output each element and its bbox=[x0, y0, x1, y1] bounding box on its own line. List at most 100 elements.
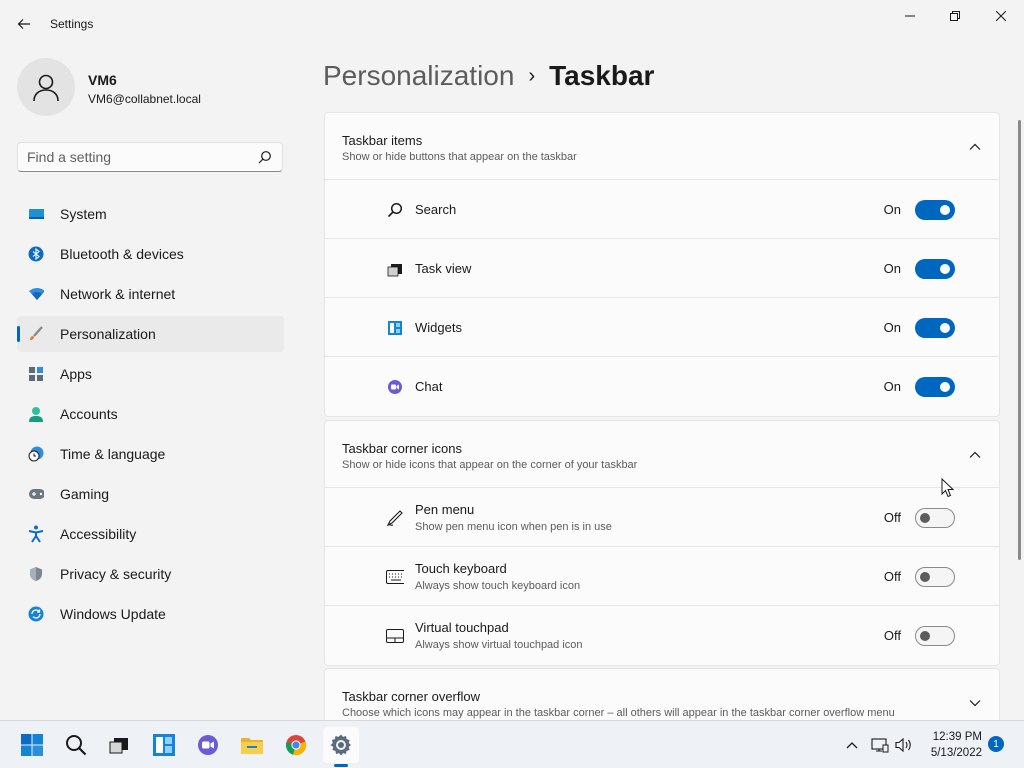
search-input[interactable] bbox=[18, 143, 248, 171]
sidebar-item-system[interactable]: System bbox=[17, 196, 284, 232]
sidebar-item-windows-update[interactable]: Windows Update bbox=[17, 596, 284, 632]
sidebar-item-label: Privacy & security bbox=[60, 566, 172, 582]
sidebar-item-network[interactable]: Network & internet bbox=[17, 276, 284, 312]
widgets-button[interactable] bbox=[146, 727, 182, 763]
search-toggle[interactable] bbox=[915, 200, 955, 220]
vertical-scrollbar[interactable] bbox=[1018, 120, 1021, 560]
sidebar-item-bluetooth[interactable]: Bluetooth & devices bbox=[17, 236, 284, 272]
sidebar-item-personalization[interactable]: Personalization bbox=[17, 316, 284, 352]
start-button[interactable] bbox=[14, 727, 50, 763]
update-icon bbox=[28, 606, 44, 622]
setting-row-search: Search On bbox=[325, 180, 999, 239]
search-box[interactable] bbox=[17, 142, 283, 172]
sidebar-item-label: Windows Update bbox=[60, 606, 166, 622]
section-title: Taskbar items bbox=[342, 133, 423, 148]
sidebar-item-label: Bluetooth & devices bbox=[60, 246, 184, 262]
toggle-state-text: On bbox=[883, 379, 901, 394]
show-hidden-icons-button[interactable] bbox=[842, 733, 862, 757]
chevron-up-icon bbox=[969, 143, 981, 150]
apps-icon bbox=[28, 366, 44, 382]
taskbar-search-button[interactable] bbox=[58, 727, 94, 763]
pen-menu-toggle[interactable] bbox=[915, 508, 955, 528]
search-icon bbox=[258, 151, 271, 164]
title-bar: Settings bbox=[0, 0, 1024, 48]
sidebar-nav: System Bluetooth & devices Network & int… bbox=[17, 196, 284, 636]
setting-description: Always show virtual touchpad icon bbox=[415, 639, 583, 651]
content-area: Taskbar items Show or hide buttons that … bbox=[318, 108, 1024, 720]
windows-logo-icon bbox=[21, 734, 43, 756]
setting-label: Widgets bbox=[415, 320, 462, 335]
page-title: Taskbar bbox=[549, 60, 655, 91]
restore-button[interactable] bbox=[932, 4, 978, 28]
keyboard-icon bbox=[386, 568, 404, 586]
corner-overflow-header[interactable]: Taskbar corner overflow Choose which ico… bbox=[325, 669, 999, 720]
setting-label: Virtual touchpad bbox=[415, 620, 509, 635]
minimize-icon bbox=[905, 15, 915, 17]
taskbar-items-section: Taskbar items Show or hide buttons that … bbox=[324, 112, 1000, 417]
corner-icons-header[interactable]: Taskbar corner icons Show or hide icons … bbox=[325, 421, 999, 488]
settings-taskbar-button[interactable] bbox=[323, 727, 359, 763]
setting-row-chat: Chat On bbox=[325, 357, 999, 416]
clock-globe-icon bbox=[28, 446, 44, 462]
sidebar-item-accounts[interactable]: Accounts bbox=[17, 396, 284, 432]
toggle-knob bbox=[920, 513, 930, 523]
task-view-button[interactable] bbox=[101, 727, 137, 763]
network-icon bbox=[871, 738, 889, 753]
chat-icon bbox=[386, 378, 404, 396]
sidebar-item-time-language[interactable]: Time & language bbox=[17, 436, 284, 472]
sidebar-item-gaming[interactable]: Gaming bbox=[17, 476, 284, 512]
speaker-icon bbox=[895, 737, 911, 753]
sidebar-item-label: Network & internet bbox=[60, 286, 176, 302]
sidebar-item-privacy-security[interactable]: Privacy & security bbox=[17, 556, 284, 592]
clock-time: 12:39 PM bbox=[932, 731, 982, 743]
task-view-icon bbox=[109, 738, 128, 754]
network-tray-button[interactable] bbox=[870, 733, 890, 757]
sidebar-item-apps[interactable]: Apps bbox=[17, 356, 284, 392]
gamepad-icon bbox=[28, 486, 44, 502]
chrome-button[interactable] bbox=[278, 727, 314, 763]
sidebar-item-label: Accessibility bbox=[60, 526, 137, 542]
avatar[interactable] bbox=[17, 58, 75, 116]
chat-button[interactable] bbox=[190, 727, 226, 763]
section-title: Taskbar corner icons bbox=[342, 441, 462, 456]
widgets-icon bbox=[153, 734, 175, 756]
accessibility-icon bbox=[28, 525, 44, 543]
task-view-icon bbox=[386, 260, 404, 278]
touch-keyboard-toggle[interactable] bbox=[915, 567, 955, 587]
search-icon bbox=[386, 201, 404, 219]
windows-taskbar: 12:39 PM 5/13/2022 1 bbox=[0, 720, 1024, 768]
notification-badge[interactable]: 1 bbox=[988, 736, 1004, 752]
minimize-button[interactable] bbox=[887, 4, 933, 28]
close-button[interactable] bbox=[978, 4, 1024, 28]
brush-icon bbox=[28, 326, 44, 342]
sidebar-item-label: Personalization bbox=[60, 326, 156, 342]
toggle-knob bbox=[940, 382, 950, 392]
clock-date: 5/13/2022 bbox=[930, 747, 982, 759]
breadcrumb-parent[interactable]: Personalization bbox=[323, 60, 514, 92]
chat-toggle[interactable] bbox=[915, 377, 955, 397]
file-explorer-button[interactable] bbox=[234, 727, 270, 763]
task-view-toggle[interactable] bbox=[915, 259, 955, 279]
setting-label: Touch keyboard bbox=[415, 561, 507, 576]
toggle-knob bbox=[940, 264, 950, 274]
back-arrow-icon bbox=[17, 19, 30, 29]
volume-tray-button[interactable] bbox=[894, 733, 914, 757]
section-title: Taskbar corner overflow bbox=[342, 689, 480, 704]
toggle-knob bbox=[940, 205, 950, 215]
chevron-down-icon bbox=[969, 700, 981, 707]
chat-icon bbox=[198, 735, 218, 755]
chevron-up-icon bbox=[846, 742, 858, 749]
monitor-icon bbox=[28, 206, 44, 222]
taskbar-items-header[interactable]: Taskbar items Show or hide buttons that … bbox=[325, 113, 999, 180]
back-button[interactable] bbox=[10, 10, 38, 38]
sidebar-item-label: Time & language bbox=[60, 446, 166, 462]
setting-row-pen-menu: Pen menu Show pen menu icon when pen is … bbox=[325, 488, 999, 547]
active-app-indicator bbox=[334, 764, 348, 767]
taskbar-clock[interactable]: 12:39 PM 5/13/2022 bbox=[920, 729, 982, 761]
virtual-touchpad-toggle[interactable] bbox=[915, 626, 955, 646]
section-subtitle: Choose which icons may appear in the tas… bbox=[342, 707, 895, 719]
restore-icon bbox=[950, 11, 960, 21]
sidebar-item-label: System bbox=[60, 206, 107, 222]
widgets-toggle[interactable] bbox=[915, 318, 955, 338]
sidebar-item-accessibility[interactable]: Accessibility bbox=[17, 516, 284, 552]
